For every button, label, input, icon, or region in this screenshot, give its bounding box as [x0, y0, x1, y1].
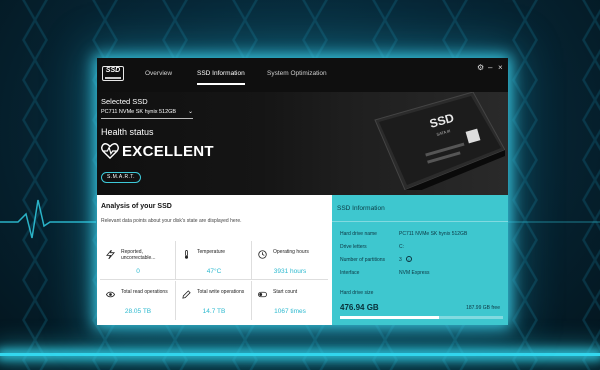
- metric-value: 3931 hours: [273, 268, 307, 275]
- ssd-select-dropdown[interactable]: PC711 NVMe SK hynix 512GB ⌄: [101, 109, 193, 119]
- ssd-info-panel: SSD Information Hard drive name PC711 NV…: [332, 195, 508, 325]
- info-value: 3 i: [399, 256, 412, 263]
- metric-label: Temperature: [197, 249, 226, 255]
- health-status-value: EXCELLENT: [122, 143, 214, 160]
- selected-ssd-label: Selected SSD: [101, 97, 148, 106]
- app-logo: SSD: [102, 66, 124, 81]
- divider: [332, 221, 508, 222]
- metric-value: 14.7 TB: [202, 308, 226, 315]
- lightning-icon: [106, 250, 115, 259]
- metric-start-count: Start count 1067 times: [252, 281, 328, 320]
- metric-total-read: Total read operations 28.05 TB: [100, 281, 176, 320]
- thermometer-icon: [184, 250, 189, 259]
- metric-label: Total read operations: [121, 289, 168, 295]
- metric-label: Reported, uncorrectable...: [121, 249, 156, 261]
- metric-uncorrectable-errors: Reported, uncorrectable... 0: [100, 241, 176, 280]
- chevron-down-icon: ⌄: [187, 109, 193, 115]
- hero-section: SSD SATA III Selected SSD PC711 NVMe SK …: [97, 91, 508, 195]
- toggle-icon: [258, 291, 267, 298]
- info-value: C:: [399, 244, 404, 250]
- info-key: Number of partitions: [340, 257, 386, 263]
- metric-value: 1067 times: [274, 308, 306, 315]
- drive-free-value: 187.99 GB free: [466, 305, 500, 311]
- drive-usage-fill: [340, 316, 439, 319]
- metric-operating-hours: Operating hours 3931 hours: [252, 241, 328, 280]
- app-window: SSD Overview SSD Information System Opti…: [97, 58, 508, 325]
- metric-value: 28.05 TB: [124, 308, 152, 315]
- info-key: Interface: [340, 270, 360, 276]
- metric-temperature: Temperature 47°C: [176, 241, 252, 280]
- drive-size-label: Hard drive size: [340, 290, 374, 296]
- health-status-label: Health status: [101, 127, 154, 137]
- ssd-select-value: PC711 NVMe SK hynix 512GB: [101, 109, 177, 115]
- tab-overview[interactable]: Overview: [145, 70, 172, 77]
- info-value: PC711 NVMe SK hynix 512GB: [399, 231, 468, 237]
- gear-icon[interactable]: ⚙: [477, 64, 484, 72]
- smart-button[interactable]: S.M.A.R.T.: [101, 172, 141, 183]
- metric-value: 0: [136, 268, 140, 275]
- analysis-panel: Analysis of your SSD Relevant data point…: [97, 195, 332, 325]
- metrics-grid: Reported, uncorrectable... 0 Temperature…: [100, 241, 329, 325]
- analysis-title: Analysis of your SSD: [101, 203, 172, 210]
- tab-system-optimization[interactable]: System Optimization: [267, 70, 327, 77]
- eye-icon: [106, 291, 115, 298]
- analysis-description: Relevant data points about your disk's s…: [101, 218, 242, 224]
- tab-ssd-information[interactable]: SSD Information: [197, 70, 245, 85]
- partitions-count: 3: [399, 257, 402, 263]
- metric-label: Total write operations: [197, 289, 245, 295]
- metric-value: 47°C: [206, 268, 222, 275]
- heart-pulse-icon: [101, 143, 119, 159]
- close-icon[interactable]: ×: [498, 64, 503, 72]
- glow-line: [0, 353, 600, 356]
- ssd-drive-image: SSD SATA III: [374, 91, 505, 190]
- metric-total-write: Total write operations 14.7 TB: [176, 281, 252, 320]
- top-nav: SSD Overview SSD Information System Opti…: [97, 58, 508, 92]
- ssd-info-title: SSD Information: [337, 205, 385, 212]
- info-value: NVM Express: [399, 270, 430, 276]
- drive-size-value: 476.94 GB: [340, 303, 379, 312]
- info-icon[interactable]: i: [406, 256, 412, 262]
- pencil-icon: [182, 290, 191, 299]
- minimize-icon[interactable]: –: [488, 64, 492, 72]
- info-key: Hard drive name: [340, 231, 377, 237]
- clock-icon: [258, 250, 267, 259]
- drive-usage-bar: [340, 316, 503, 319]
- info-key: Drive letters: [340, 244, 367, 250]
- metric-label: Start count: [273, 289, 298, 295]
- metric-label: Operating hours: [273, 249, 309, 255]
